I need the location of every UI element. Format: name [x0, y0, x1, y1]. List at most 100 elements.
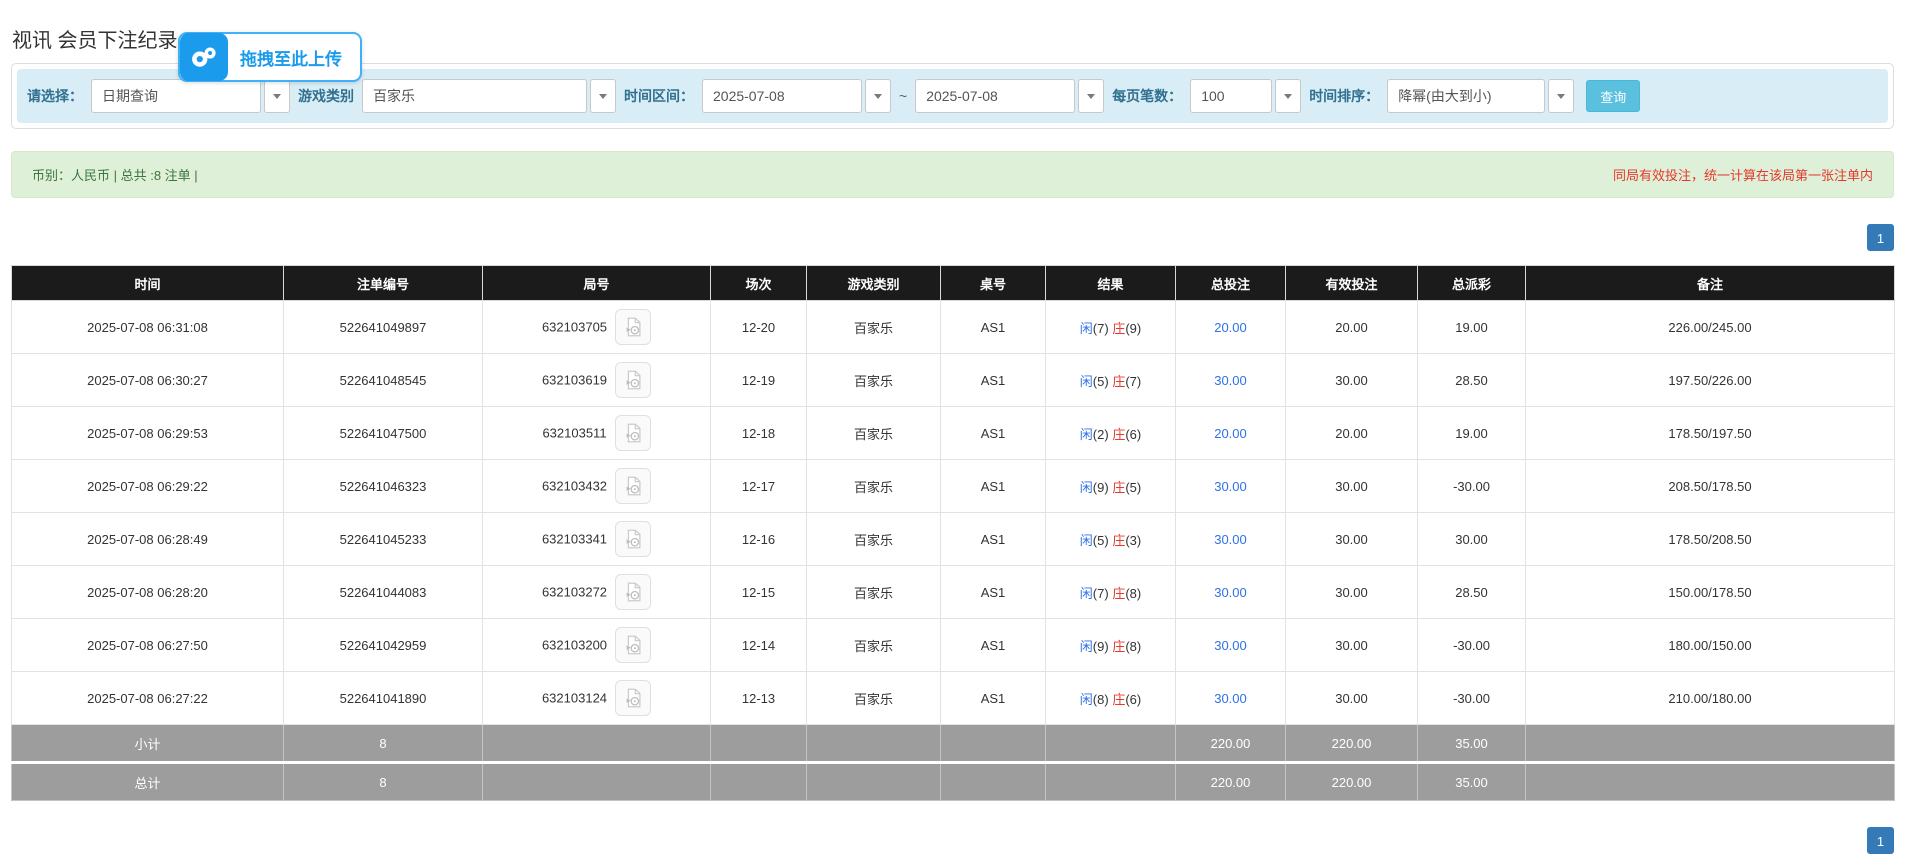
game-type-select[interactable]: 百家乐: [362, 79, 616, 113]
cell-bet-id: 522641041890: [284, 672, 483, 725]
time-sort-select[interactable]: 降幂(由大到小): [1387, 79, 1574, 113]
cell-result: 闲(5) 庄(7): [1046, 354, 1176, 407]
cell-bet-id: 522641048545: [284, 354, 483, 407]
upload-dropzone[interactable]: 拖拽至此上传: [178, 32, 362, 82]
cell-remark: 180.00/150.00: [1526, 619, 1895, 672]
grand-total-valid-bet: 220.00: [1286, 763, 1418, 801]
game-type-value[interactable]: 百家乐: [362, 79, 587, 113]
video-replay-button[interactable]: [615, 362, 651, 398]
subtotal-label: 小计: [12, 725, 284, 763]
video-replay-button[interactable]: [615, 468, 651, 504]
cell-time: 2025-07-08 06:30:27: [12, 354, 284, 407]
total-bet-link[interactable]: 20.00: [1214, 426, 1247, 441]
video-replay-button[interactable]: [615, 309, 651, 345]
grand-total-row: 总计 8 220.00 220.00 35.00: [12, 763, 1895, 801]
column-header: 游戏类别: [807, 266, 941, 301]
video-replay-button[interactable]: [615, 415, 651, 451]
chevron-down-icon[interactable]: [1078, 79, 1104, 113]
cell-valid-bet: 20.00: [1286, 407, 1418, 460]
date-from-picker[interactable]: 2025-07-08: [702, 79, 891, 113]
page-size-value[interactable]: 100: [1190, 79, 1272, 113]
subtotal-count: 8: [284, 725, 483, 763]
column-header: 局号: [483, 266, 711, 301]
cell-time: 2025-07-08 06:27:50: [12, 619, 284, 672]
query-type-select[interactable]: 日期查询: [91, 79, 290, 113]
video-replay-button[interactable]: [615, 521, 651, 557]
cell-valid-bet: 20.00: [1286, 301, 1418, 354]
result-banker-score: (8): [1125, 639, 1141, 654]
query-type-value[interactable]: 日期查询: [91, 79, 261, 113]
cell-bet-id: 522641046323: [284, 460, 483, 513]
table-row: 2025-07-08 06:28:20 522641044083 6321032…: [12, 566, 1895, 619]
page-1-button[interactable]: 1: [1867, 827, 1894, 854]
summary-bar: 币别：人民币 | 总共 :8 注单 | 同局有效投注，统一计算在该局第一张注单内: [11, 151, 1894, 198]
total-bet-link[interactable]: 30.00: [1214, 532, 1247, 547]
date-from-value[interactable]: 2025-07-08: [702, 79, 862, 113]
cell-round-id: 632103124: [483, 672, 711, 725]
chevron-down-icon[interactable]: [264, 79, 290, 113]
table-row: 2025-07-08 06:29:22 522641046323 6321034…: [12, 460, 1895, 513]
cell-remark: 150.00/178.50: [1526, 566, 1895, 619]
chevron-down-icon[interactable]: [865, 79, 891, 113]
cell-payout: 28.50: [1418, 566, 1526, 619]
search-button[interactable]: 查询: [1586, 80, 1640, 112]
video-replay-button[interactable]: [615, 574, 651, 610]
cell-round-id: 632103705: [483, 301, 711, 354]
result-player-score: (7): [1093, 586, 1109, 601]
upload-dropzone-label: 拖拽至此上传: [240, 45, 342, 70]
table-body: 2025-07-08 06:31:08 522641049897 6321037…: [12, 301, 1895, 725]
total-bet-link[interactable]: 30.00: [1214, 691, 1247, 706]
cell-valid-bet: 30.00: [1286, 619, 1418, 672]
result-player-label: 闲: [1080, 374, 1093, 389]
round-id-text: 632103341: [542, 532, 607, 547]
table-row: 2025-07-08 06:30:27 522641048545 6321036…: [12, 354, 1895, 407]
table-row: 2025-07-08 06:27:50 522641042959 6321032…: [12, 619, 1895, 672]
video-replay-button[interactable]: [615, 680, 651, 716]
cell-bet-id: 522641042959: [284, 619, 483, 672]
cell-payout: -30.00: [1418, 460, 1526, 513]
cell-table-no: AS1: [941, 619, 1046, 672]
cell-round-id: 632103200: [483, 619, 711, 672]
pagination-top: 1: [11, 224, 1894, 251]
cell-time: 2025-07-08 06:31:08: [12, 301, 284, 354]
date-to-value[interactable]: 2025-07-08: [915, 79, 1075, 113]
subtotal-row: 小计 8 220.00 220.00 35.00: [12, 725, 1895, 763]
total-bet-link[interactable]: 30.00: [1214, 585, 1247, 600]
cell-round-id: 632103511: [483, 407, 711, 460]
result-banker-label: 庄: [1112, 427, 1125, 442]
result-banker-score: (5): [1125, 480, 1141, 495]
chevron-down-icon[interactable]: [590, 79, 616, 113]
result-banker-label: 庄: [1112, 639, 1125, 654]
total-bet-link[interactable]: 20.00: [1214, 320, 1247, 335]
total-bet-link[interactable]: 30.00: [1214, 479, 1247, 494]
cell-session: 12-18: [711, 407, 807, 460]
column-header: 桌号: [941, 266, 1046, 301]
cell-valid-bet: 30.00: [1286, 566, 1418, 619]
page-size-label: 每页笔数：: [1112, 86, 1182, 106]
result-player-score: (9): [1093, 480, 1109, 495]
result-player-score: (5): [1093, 374, 1109, 389]
date-to-picker[interactable]: 2025-07-08: [915, 79, 1104, 113]
cell-game-type: 百家乐: [807, 460, 941, 513]
page-1-button[interactable]: 1: [1867, 224, 1894, 251]
cell-bet-id: 522641045233: [284, 513, 483, 566]
cell-remark: 197.50/226.00: [1526, 354, 1895, 407]
time-sort-value[interactable]: 降幂(由大到小): [1387, 79, 1545, 113]
page-size-select[interactable]: 100: [1190, 79, 1301, 113]
cell-total-bet: 30.00: [1176, 354, 1286, 407]
round-id-text: 632103124: [542, 691, 607, 706]
result-player-label: 闲: [1080, 480, 1093, 495]
grand-total-payout: 35.00: [1418, 763, 1526, 801]
total-bet-link[interactable]: 30.00: [1214, 373, 1247, 388]
cell-game-type: 百家乐: [807, 672, 941, 725]
chevron-down-icon[interactable]: [1548, 79, 1574, 113]
video-file-icon: [622, 316, 644, 338]
round-id-text: 632103705: [542, 320, 607, 335]
subtotal-total-bet: 220.00: [1176, 725, 1286, 763]
cell-payout: 28.50: [1418, 354, 1526, 407]
cell-total-bet: 30.00: [1176, 513, 1286, 566]
video-replay-button[interactable]: [615, 627, 651, 663]
result-player-score: (2): [1093, 427, 1109, 442]
chevron-down-icon[interactable]: [1275, 79, 1301, 113]
total-bet-link[interactable]: 30.00: [1214, 638, 1247, 653]
